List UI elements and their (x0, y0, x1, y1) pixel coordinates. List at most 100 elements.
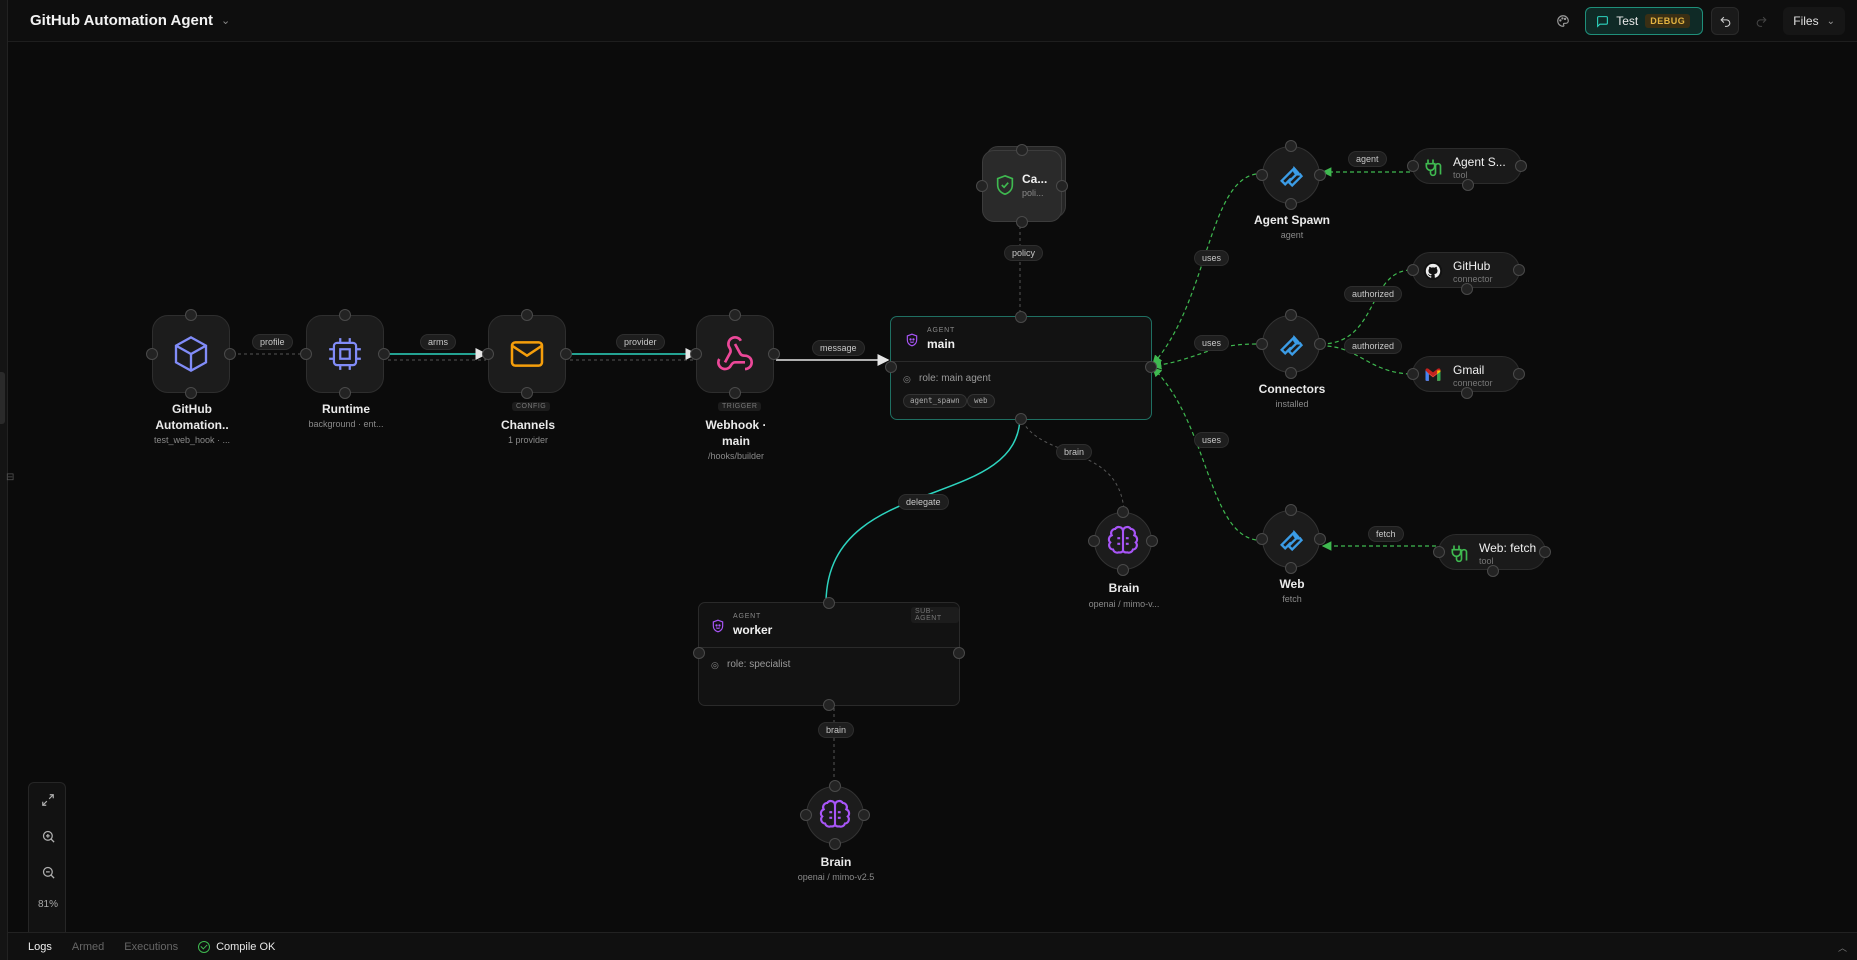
chevron-up-icon[interactable]: ︿ (1838, 941, 1847, 954)
palette-icon[interactable] (1549, 7, 1577, 35)
handle-top[interactable] (1285, 140, 1297, 152)
handle-top[interactable] (1016, 144, 1028, 156)
edge-label-uses-2: uses (1194, 335, 1230, 351)
handle-left[interactable] (482, 348, 494, 360)
handle-top[interactable] (1015, 311, 1027, 323)
test-button[interactable]: Test DEBUG (1585, 7, 1704, 35)
handle-left[interactable] (690, 348, 702, 360)
node-worker-agent[interactable]: AGENT SUB-AGENT worker ◎ role: specialis… (693, 597, 965, 711)
handle-right[interactable] (1145, 361, 1157, 373)
handle-right[interactable] (1146, 535, 1158, 547)
handle-right[interactable] (1539, 546, 1551, 558)
handle-right[interactable] (1056, 180, 1068, 192)
handle-bottom[interactable] (521, 387, 533, 399)
handle-top[interactable] (1285, 309, 1297, 321)
handle-bottom[interactable] (1461, 387, 1473, 399)
handle-bottom[interactable] (1016, 216, 1028, 228)
handle-right[interactable] (1513, 264, 1525, 276)
node-webhook[interactable]: TRIGGER Webhook · main /hooks/builder (690, 309, 780, 465)
node-brain-worker[interactable]: Brain openai / mimo-v2.5 (798, 780, 874, 896)
undo-icon[interactable] (1711, 7, 1740, 35)
node-web-sub: fetch (1282, 594, 1302, 604)
handle-top[interactable] (521, 309, 533, 321)
plug-icon (1451, 545, 1468, 563)
pill-github-connector[interactable]: GitHub connector (1407, 252, 1525, 295)
tab-logs[interactable]: Logs (28, 941, 52, 953)
node-web-label: Web (1279, 577, 1305, 591)
handle-top[interactable] (729, 309, 741, 321)
flow-canvas[interactable]: profile arms provider message policy bra… (8, 42, 1857, 932)
handle-right[interactable] (953, 647, 965, 659)
handle-bottom[interactable] (823, 699, 835, 711)
files-label: Files (1793, 14, 1819, 28)
compile-status-label: Compile OK (216, 940, 276, 953)
node-agent-spawn[interactable]: Agent Spawn agent (1254, 140, 1330, 256)
fit-view-icon[interactable] (29, 785, 67, 815)
handle-bottom[interactable] (1117, 564, 1129, 576)
node-web[interactable]: Web fetch (1256, 504, 1326, 620)
handle-bottom[interactable] (1015, 413, 1027, 425)
handle-right[interactable] (768, 348, 780, 360)
tab-armed[interactable]: Armed (72, 941, 104, 953)
handle-right[interactable] (1513, 368, 1525, 380)
handle-top[interactable] (1117, 506, 1129, 518)
handle-right[interactable] (224, 348, 236, 360)
zoom-level: 81% (37, 899, 58, 910)
handle-right[interactable] (1314, 169, 1326, 181)
handle-right[interactable] (1314, 338, 1326, 350)
pill-agent-spawn-tool[interactable]: Agent S... tool (1407, 148, 1527, 191)
node-brain-main[interactable]: Brain openai / mimo-v... (1088, 506, 1159, 622)
handle-bottom[interactable] (1285, 367, 1297, 379)
node-main-agent[interactable]: AGENT main ◎ role: main agent agent_spaw… (885, 311, 1157, 425)
handle-left[interactable] (976, 180, 988, 192)
handle-right[interactable] (1515, 160, 1527, 172)
handle-right[interactable] (858, 809, 870, 821)
handle-top[interactable] (339, 309, 351, 321)
node-policy[interactable]: Ca... poli... (976, 144, 1068, 228)
sidebar-collapse-handle[interactable] (0, 372, 5, 424)
handle-right[interactable] (560, 348, 572, 360)
handle-bottom[interactable] (1461, 283, 1473, 295)
files-menu-button[interactable]: Files ⌄ (1783, 7, 1845, 35)
node-channels[interactable]: CONFIG Channels 1 provider (482, 309, 572, 445)
handle-left[interactable] (1088, 535, 1100, 547)
handle-bottom[interactable] (1285, 562, 1297, 574)
handle-left[interactable] (1256, 533, 1268, 545)
pill-gmail-connector[interactable]: Gmail connector (1407, 356, 1525, 399)
handle-bottom[interactable] (1285, 198, 1297, 210)
node-connectors[interactable]: Connectors installed (1256, 309, 1326, 425)
handle-left[interactable] (1256, 169, 1268, 181)
handle-left[interactable] (1407, 160, 1419, 172)
node-profile[interactable]: GitHub Automation.. test_web_hook · ... (146, 309, 236, 445)
handle-top[interactable] (823, 597, 835, 609)
handle-top[interactable] (829, 780, 841, 792)
handle-bottom[interactable] (1487, 565, 1499, 577)
handle-bottom[interactable] (339, 387, 351, 399)
handle-left[interactable] (1433, 546, 1445, 558)
tab-executions[interactable]: Executions (124, 941, 178, 953)
align-center-icon[interactable] (29, 925, 67, 932)
handle-left[interactable] (800, 809, 812, 821)
handle-right[interactable] (378, 348, 390, 360)
zoom-in-icon[interactable] (29, 821, 67, 851)
handle-left[interactable] (1256, 338, 1268, 350)
handle-left[interactable] (1407, 368, 1419, 380)
handle-bottom[interactable] (1462, 179, 1474, 191)
handle-left[interactable] (300, 348, 312, 360)
pill-web-fetch-tool[interactable]: Web: fetch tool (1433, 534, 1551, 577)
zoom-out-icon[interactable] (29, 857, 67, 887)
handle-bottom[interactable] (729, 387, 741, 399)
redo-icon[interactable] (1747, 7, 1775, 35)
handle-top[interactable] (1285, 504, 1297, 516)
handle-right[interactable] (1314, 533, 1326, 545)
handle-bottom[interactable] (185, 387, 197, 399)
edge-label-profile: profile (252, 334, 293, 350)
handle-left[interactable] (885, 361, 897, 373)
workflow-title-dropdown[interactable]: GitHub Automation Agent ⌄ (30, 12, 230, 29)
handle-left[interactable] (1407, 264, 1419, 276)
handle-bottom[interactable] (829, 838, 841, 850)
handle-left[interactable] (693, 647, 705, 659)
handle-top[interactable] (185, 309, 197, 321)
handle-left[interactable] (146, 348, 158, 360)
node-runtime[interactable]: Runtime background · ent... (300, 309, 390, 445)
